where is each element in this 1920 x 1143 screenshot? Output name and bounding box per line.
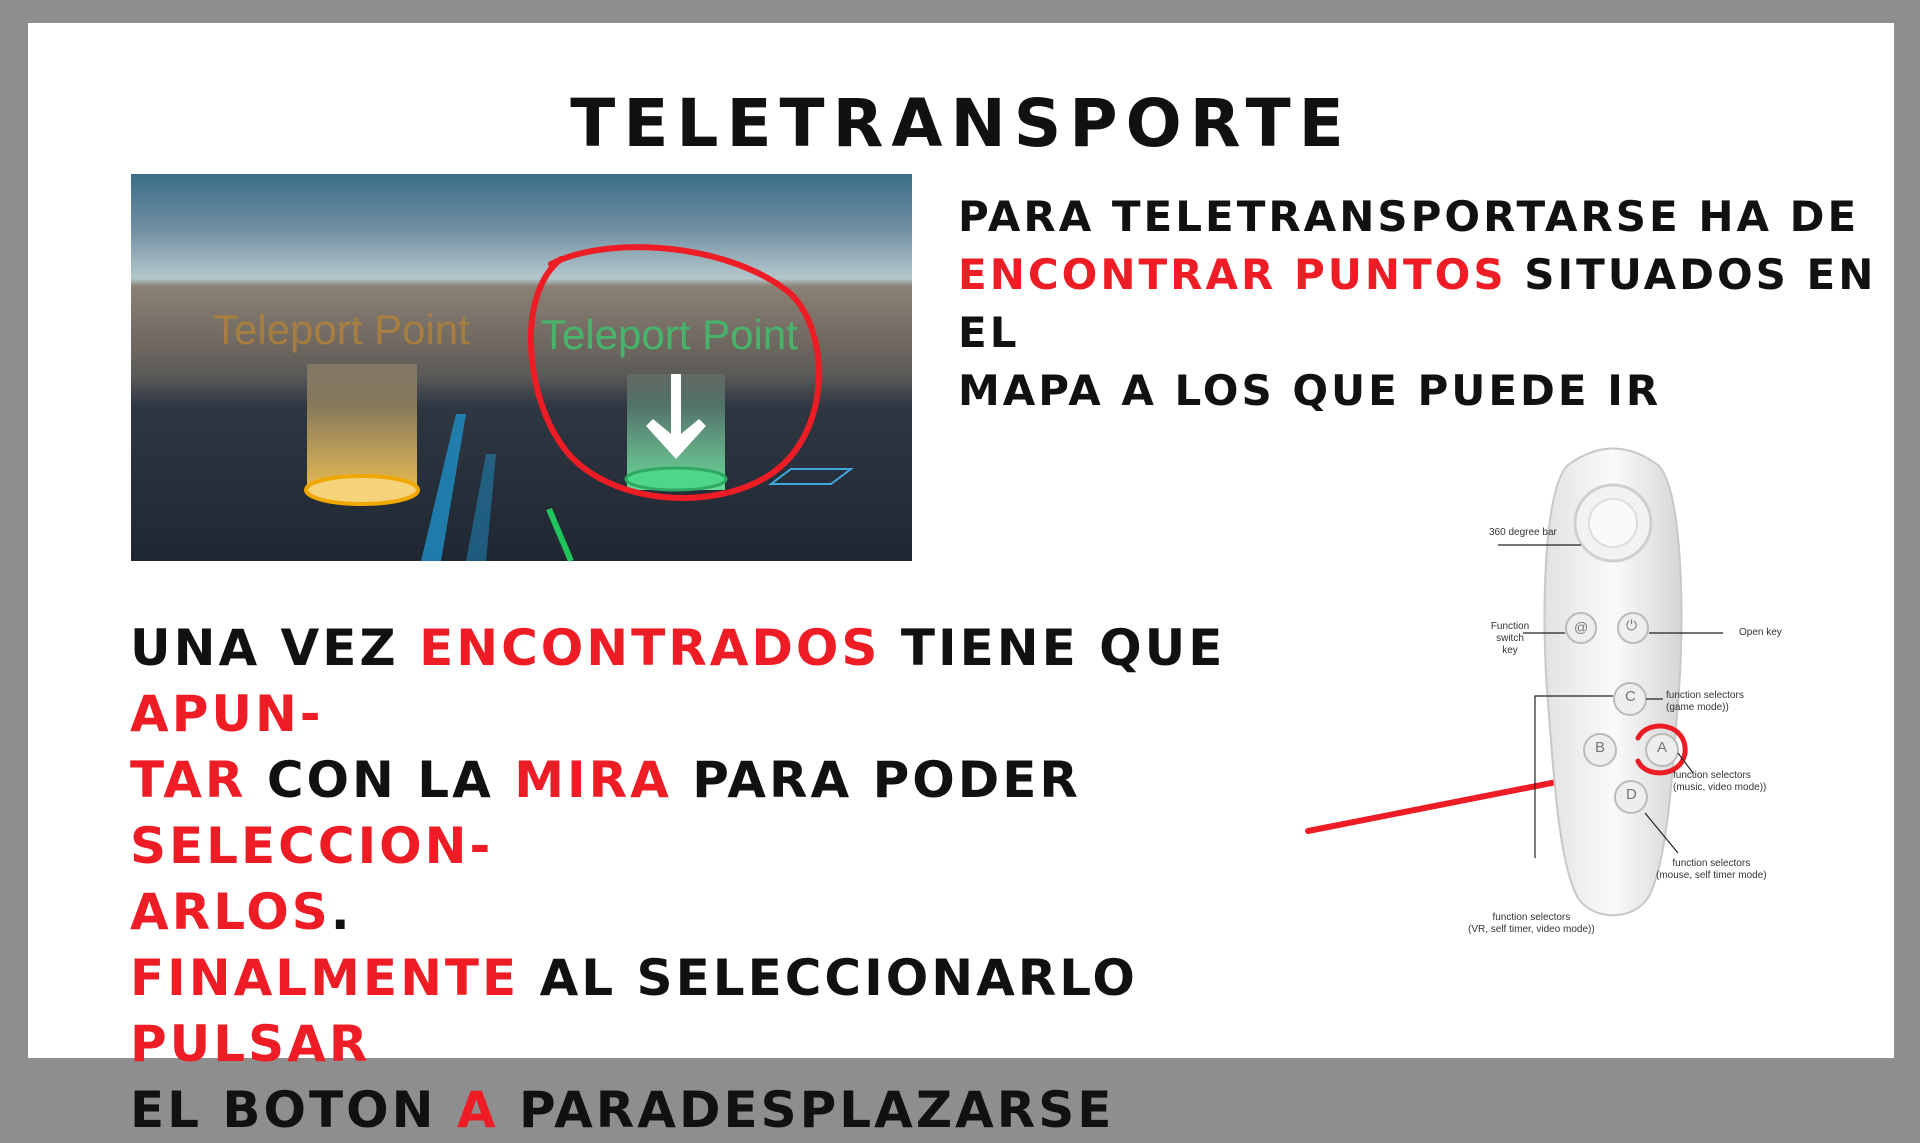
controller-function-switch-label: Function switch key (1490, 621, 1530, 656)
button-b: B (1595, 739, 1606, 756)
controller-bottom-label: function selectors (VR, self timer, vide… (1468, 912, 1595, 935)
instr-part: el boton (130, 1081, 457, 1139)
controller-a-label: function selectors (music, video mode)) (1673, 770, 1767, 793)
button-c: C (1625, 688, 1636, 705)
button-d: D (1626, 786, 1637, 803)
controller-diagram: 360 degree bar Function switch key Open … (1423, 443, 1823, 963)
power-icon: ⏻ (1626, 617, 1638, 633)
instr-part: paradesplazarse (498, 1081, 1115, 1139)
button-a: A (1657, 739, 1668, 756)
slide: Teletransporte (28, 23, 1894, 1139)
function-switch-button: @ (1574, 619, 1589, 635)
controller-open-key-label: Open key (1739, 627, 1782, 638)
controller-c-label: function selectors (game mode)) (1666, 690, 1744, 713)
instr-highlight: A (456, 1081, 499, 1139)
controller-d-label: function selectors (mouse, self timer mo… (1656, 858, 1767, 881)
controller-bar-label: 360 degree bar (1489, 527, 1557, 538)
